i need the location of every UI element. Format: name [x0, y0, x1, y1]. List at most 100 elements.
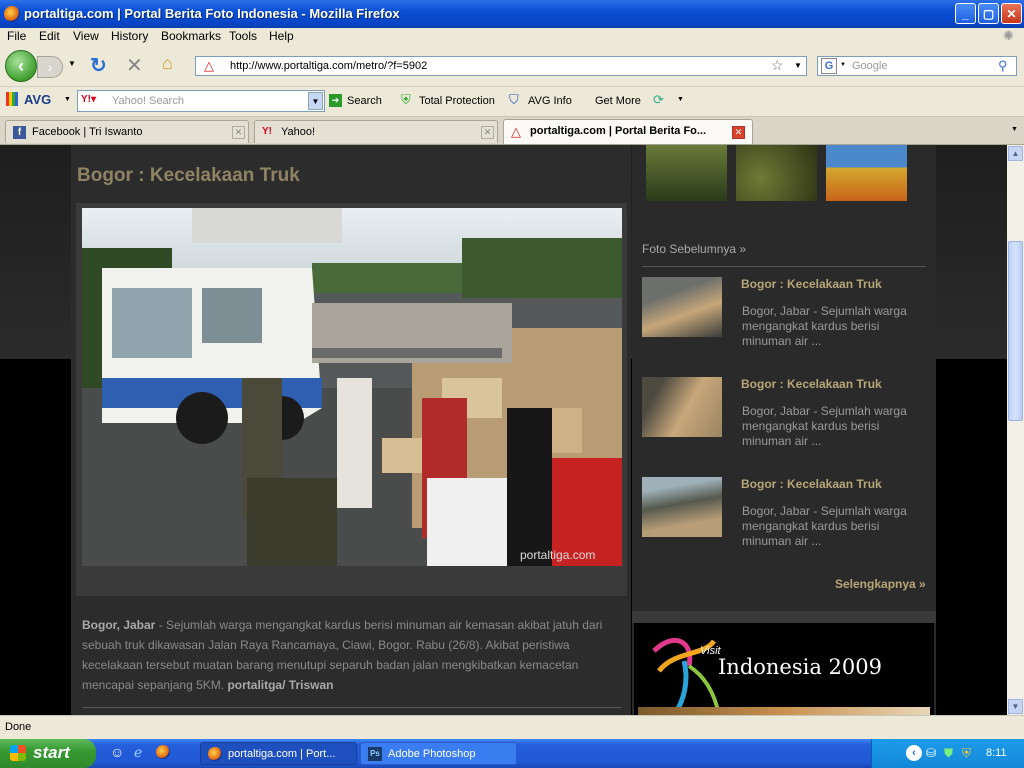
see-more-link[interactable]: Selengkapnya » — [835, 577, 926, 591]
site-warning-icon: △ — [204, 58, 214, 73]
windows-taskbar: start ☺ ℯ portaltiga.com | Port... Ps Ad… — [0, 739, 1024, 768]
sidebar-item-title[interactable]: Bogor : Kecelakaan Truk — [741, 277, 882, 291]
throbber-icon: ✺ — [1003, 28, 1014, 43]
url-dropdown-icon[interactable]: ▼ — [794, 61, 802, 70]
previous-photos-link[interactable]: Foto Sebelumnya » — [642, 242, 746, 256]
scroll-up-icon[interactable]: ▲ — [1008, 146, 1023, 161]
close-button[interactable]: ✕ — [1001, 3, 1022, 24]
tab-list-icon[interactable]: ▼ — [1011, 126, 1018, 133]
caption-credit: portalitga/ Triswan — [227, 678, 334, 692]
taskbar-button-photoshop[interactable]: Ps Adobe Photoshop — [360, 742, 517, 765]
tray-avg-icon[interactable]: ⛊ — [944, 746, 953, 761]
history-dropdown-icon[interactable]: ▼ — [68, 59, 76, 68]
tab-yahoo[interactable]: Y! Yahoo! ✕ — [254, 120, 498, 143]
tab-facebook[interactable]: f Facebook | Tri Iswanto ✕ — [5, 120, 249, 143]
menu-bookmarks[interactable]: Bookmarks — [161, 29, 221, 43]
tray-security-icon[interactable]: ⛨ — [962, 746, 971, 761]
avg-toolbar: AVG ▼ Y!▾ Yahoo! Search ▼ ➔ Search ⛨ Tot… — [0, 87, 1024, 117]
menu-edit[interactable]: Edit — [39, 29, 60, 43]
photo-watermark: portaltiga.com — [520, 548, 595, 562]
forward-button[interactable]: › — [37, 56, 63, 78]
tab-close-icon[interactable]: ✕ — [732, 126, 745, 139]
tab-close-icon[interactable]: ✕ — [481, 126, 494, 139]
site-warning-icon: △ — [511, 124, 521, 139]
sidebar-thumb-top[interactable] — [826, 145, 907, 201]
sidebar-thumbnail[interactable] — [642, 277, 722, 337]
minimize-button[interactable]: _ — [955, 3, 976, 24]
sidebar-item-desc: Bogor, Jabar - Sejumlah warga mengangkat… — [742, 304, 907, 348]
article-headline: Bogor : Kecelakaan Truk — [77, 165, 300, 186]
windows-logo-icon — [10, 745, 26, 761]
quicklaunch-messenger-icon[interactable]: ☺ — [110, 744, 124, 760]
bookmark-star-icon[interactable]: ☆ — [771, 57, 784, 74]
start-button[interactable]: start — [0, 739, 96, 768]
caption-body: - Sejumlah warga mengangkat kardus beris… — [82, 618, 603, 692]
tray-network-icon[interactable]: ⛁ — [926, 746, 936, 760]
stop-icon[interactable]: ✕ — [126, 53, 143, 78]
caption-lead: Bogor, Jabar — [82, 618, 156, 632]
search-placeholder: Google — [852, 60, 888, 72]
banner-strip — [638, 707, 930, 715]
sidebar-thumbnail[interactable] — [642, 377, 722, 437]
quicklaunch-firefox-icon[interactable] — [156, 745, 170, 759]
firefox-icon — [4, 6, 20, 22]
tab-portaltiga[interactable]: △ portaltiga.com | Portal Berita Fo... ✕ — [503, 119, 753, 144]
facebook-icon: f — [13, 126, 26, 139]
avg-info-button[interactable]: AVG Info — [528, 95, 572, 107]
url-bar[interactable]: △ http://www.portaltiga.com/metro/?f=590… — [195, 56, 807, 76]
menu-history[interactable]: History — [111, 29, 148, 43]
shield-icon: ⛨ — [401, 92, 411, 107]
visit-indonesia-logo-icon — [652, 637, 721, 715]
taskbar-button-label: Adobe Photoshop — [388, 748, 476, 760]
sidebar-item-title[interactable]: Bogor : Kecelakaan Truk — [741, 477, 882, 491]
toolbar-dropdown-icon[interactable]: ▼ — [677, 96, 684, 103]
firefox-icon — [208, 747, 222, 761]
sidebar-thumbnail[interactable] — [642, 477, 722, 537]
navigation-bar: ‹ › ▼ ↻ ✕ ⌂ △ http://www.portaltiga.com/… — [0, 46, 1024, 87]
back-button[interactable]: ‹ — [5, 50, 37, 82]
sidebar-thumb-top[interactable] — [736, 145, 817, 201]
menu-bar: File Edit View History Bookmarks Tools H… — [0, 28, 1024, 46]
menu-tools[interactable]: Tools — [229, 29, 257, 43]
reload-icon[interactable]: ↻ — [90, 53, 107, 78]
search-icon[interactable]: ⚲ — [998, 58, 1008, 74]
quicklaunch-ie-icon[interactable]: ℯ — [134, 744, 142, 761]
yahoo-placeholder: Yahoo! Search — [112, 95, 184, 107]
search-go-icon[interactable]: ➔ — [329, 94, 342, 107]
tab-bar: f Facebook | Tri Iswanto ✕ Y! Yahoo! ✕ △… — [0, 117, 1024, 145]
refresh-icon[interactable]: ⟳ — [653, 92, 664, 108]
maximize-button[interactable]: ▢ — [978, 3, 999, 24]
total-protection-button[interactable]: Total Protection — [419, 95, 495, 107]
home-icon[interactable]: ⌂ — [162, 53, 173, 74]
clock: 8:11 — [986, 747, 1007, 759]
url-text[interactable]: http://www.portaltiga.com/metro/?f=5902 — [230, 60, 427, 72]
menu-help[interactable]: Help — [269, 29, 294, 43]
visit-indonesia-banner[interactable]: Visit Indonesia 2009 — [634, 623, 934, 715]
taskbar-button-firefox[interactable]: portaltiga.com | Port... — [200, 742, 357, 765]
scroll-down-icon[interactable]: ▼ — [1008, 699, 1023, 714]
article-photo[interactable]: portaltiga.com — [82, 208, 622, 566]
engine-dropdown-icon[interactable]: ▼ — [840, 62, 846, 68]
avg-dropdown-icon[interactable]: ▼ — [64, 96, 71, 103]
window-title-bar[interactable]: portaltiga.com | Portal Berita Foto Indo… — [0, 0, 1024, 28]
search-bar[interactable]: G ▼ Google ⚲ — [817, 56, 1017, 76]
system-tray: ‹ ⛁ ⛊ ⛨ 8:11 — [871, 739, 1024, 768]
sidebar-thumb-top[interactable] — [646, 145, 727, 201]
tray-expand-icon[interactable]: ‹ — [906, 745, 922, 761]
avg-label[interactable]: AVG — [24, 92, 51, 107]
yahoo-dropdown-icon[interactable]: ▼ — [308, 92, 323, 110]
menu-file[interactable]: File — [7, 29, 26, 43]
tab-close-icon[interactable]: ✕ — [232, 126, 245, 139]
page-scrollbar[interactable]: ▲ ▼ — [1007, 145, 1024, 715]
google-engine-icon[interactable]: G — [821, 58, 837, 74]
sidebar-item-title[interactable]: Bogor : Kecelakaan Truk — [741, 377, 882, 391]
menu-view[interactable]: View — [73, 29, 99, 43]
tab-label: portaltiga.com | Portal Berita Fo... — [530, 125, 707, 137]
scroll-thumb[interactable] — [1008, 241, 1023, 421]
yahoo-search-box[interactable]: Y!▾ Yahoo! Search ▼ — [77, 90, 325, 112]
get-more-button[interactable]: Get More — [595, 95, 641, 107]
tab-label: Yahoo! — [281, 126, 316, 138]
search-button[interactable]: Search — [347, 95, 382, 107]
content-divider — [82, 707, 622, 715]
banner-title: Indonesia 2009 — [718, 655, 882, 679]
